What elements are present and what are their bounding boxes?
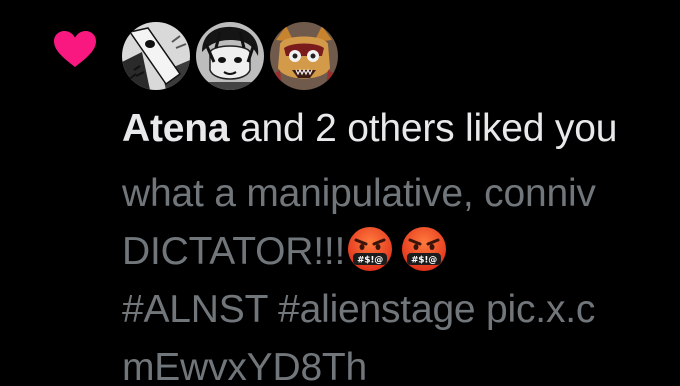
tweet-line: #ALNST #alienstage pic.x.c [122,288,596,331]
face-with-symbols-on-mouth-icon: #$!@ [347,226,393,272]
notification-summary: and 2 others liked you [229,107,618,150]
avatar[interactable] [122,22,190,90]
notification-headline: Atena and 2 others liked you [122,103,617,155]
like-notification[interactable]: Atena and 2 others liked you what a mani… [0,0,680,386]
tweet-line: what a manipulative, conniv [122,172,596,215]
liker-name[interactable]: Atena [122,107,230,150]
liked-tweet-text[interactable]: what a manipulative, conniv DICTATOR!!! … [122,165,596,386]
avatar[interactable] [196,22,264,90]
tweet-line-text: DICTATOR!!! [122,230,346,273]
heart-icon [52,29,98,69]
emoji-text: #$!@ [357,256,383,266]
tweet-line: mEwvxYD8Th [122,346,368,386]
avatar[interactable] [270,22,338,90]
tweet-line: DICTATOR!!! #$!@ #$!@ [122,223,596,281]
emoji-text: #$!@ [411,256,437,266]
face-with-symbols-on-mouth-icon: #$!@ [401,226,447,272]
